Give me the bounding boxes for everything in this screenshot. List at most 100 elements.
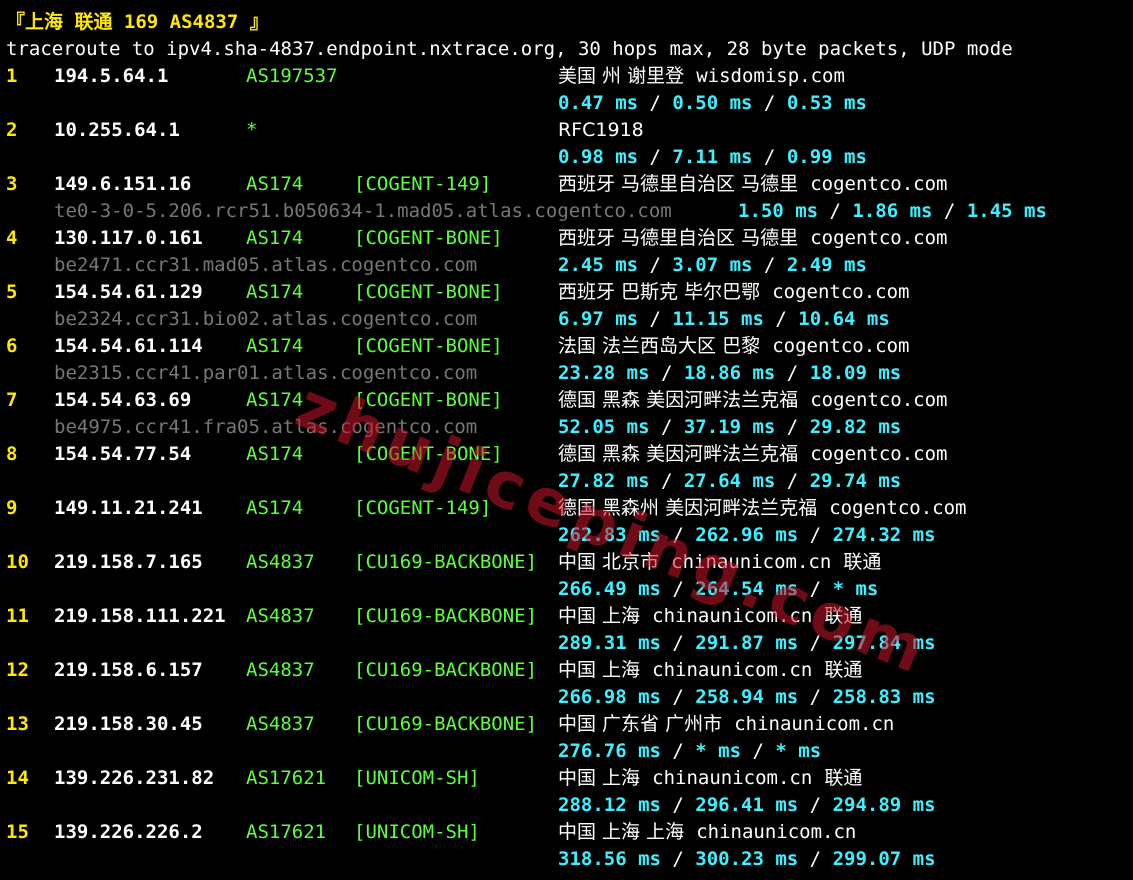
hop-location: 中国 上海 — [558, 767, 641, 789]
rtt-value: 299.07 ms — [832, 848, 936, 870]
rtt-value: 0.47 ms — [558, 92, 639, 114]
hop-isp: 联通 — [824, 605, 863, 627]
rtt-value: 276.76 ms — [558, 740, 661, 762]
rtt-separator: / — [798, 686, 833, 708]
rtt-separator: / — [818, 200, 853, 222]
hop-isp: 联通 — [824, 767, 863, 789]
rtt-value: 0.53 ms — [786, 92, 867, 114]
rtt-separator: / — [775, 416, 810, 438]
hop-asn: * — [246, 119, 258, 141]
hop-domain: chinaunicom.cn — [652, 605, 813, 627]
hop-network: [CU169-BACKBONE] — [354, 659, 538, 681]
hop-rtt: 6.97 ms / 11.15 ms / 10.64 ms — [558, 306, 890, 333]
hop-domain: chinaunicom.cn — [652, 659, 813, 681]
rtt-separator: / — [660, 740, 696, 762]
hop-asn: AS4837 — [246, 713, 315, 735]
rtt-value: 264.54 ms — [695, 578, 799, 600]
hop-row: 12 219.158.6.157 AS4837 [CU169-BACKBONE] 中国 … — [6, 657, 1131, 684]
rtt-value: 27.64 ms — [683, 470, 776, 492]
hop-ip: 154.54.77.54 — [54, 443, 192, 465]
hop-number: 15 — [6, 821, 29, 843]
hop-location: 中国 北京市 — [558, 551, 660, 573]
hop-rtt: 266.49 ms / 264.54 ms / * ms — [558, 576, 878, 603]
hop-network: [CU169-BACKBONE] — [354, 713, 538, 735]
hop-rtt: 266.98 ms / 258.94 ms / 258.83 ms — [558, 684, 936, 711]
hop-number: 8 — [6, 443, 18, 465]
rtt-separator: / — [638, 308, 673, 330]
hop-ip: 139.226.231.82 — [54, 767, 215, 789]
hop-rdns: te0-3-0-5.206.rcr51.b050634-1.mad05.atla… — [54, 200, 672, 222]
hop-rtt: 289.31 ms / 291.87 ms / 297.84 ms — [558, 630, 936, 657]
hop-detail-row: te0-3-0-5.206.rcr51.b050634-1.mad05.atla… — [6, 198, 1131, 225]
hop-asn: AS4837 — [246, 605, 315, 627]
terminal-output: 『上海 联通 169 AS4837 』 traceroute to ipv4.s… — [6, 9, 1131, 873]
hop-number: 1 — [6, 65, 18, 87]
rtt-separator: / — [798, 578, 833, 600]
rtt-value: 258.94 ms — [695, 686, 799, 708]
hop-domain: wisdomisp.com — [696, 65, 845, 87]
hop-row: 3 149.6.151.16 AS174 [COGENT-149] 西班牙 马德里自治区… — [6, 171, 1131, 198]
rtt-value: 291.87 ms — [695, 632, 799, 654]
hop-rtt: 0.98 ms / 7.11 ms / 0.99 ms — [558, 144, 867, 171]
hop-geo: 法国 法兰西岛大区 巴黎 cogentco.com — [558, 333, 909, 360]
hop-ip: 130.117.0.161 — [54, 227, 203, 249]
hop-location: 法国 法兰西岛大区 巴黎 — [558, 335, 761, 357]
hop-geo: 中国 上海 chinaunicom.cn 联通 — [558, 657, 862, 684]
rtt-value: * ms — [695, 740, 742, 762]
hop-rtt: 276.76 ms / * ms / * ms — [558, 738, 821, 765]
hop-ip: 139.226.226.2 — [54, 821, 203, 843]
rtt-value: 10.64 ms — [798, 308, 890, 330]
hop-location: 中国 上海 — [558, 605, 641, 627]
hop-location: 德国 黑森 美因河畔法兰克福 — [558, 389, 799, 411]
hop-asn: AS174 — [246, 443, 304, 465]
hop-row: 8 154.54.77.54 AS174 [COGENT-BONE] 德国 黑森 美因河… — [6, 441, 1131, 468]
rtt-value: 262.83 ms — [558, 524, 661, 546]
hop-number: 14 — [6, 767, 29, 789]
hop-detail-row: 262.83 ms / 262.96 ms / 274.32 ms — [6, 522, 1131, 549]
hop-rtt: 23.28 ms / 18.86 ms / 18.09 ms — [558, 360, 901, 387]
hop-domain: cogentco.com — [772, 281, 910, 303]
rtt-value: 1.86 ms — [852, 200, 933, 222]
rtt-value: 0.99 ms — [786, 146, 867, 168]
rtt-separator: / — [741, 740, 776, 762]
hop-isp: 联通 — [824, 659, 863, 681]
hop-number: 3 — [6, 173, 18, 195]
rtt-value: 3.07 ms — [672, 254, 753, 276]
hop-row: 4 130.117.0.161 AS174 [COGENT-BONE] 西班牙 马德里自… — [6, 225, 1131, 252]
hop-geo: 西班牙 巴斯克 毕尔巴鄂 cogentco.com — [558, 279, 909, 306]
hop-ip: 154.54.63.69 — [54, 389, 192, 411]
hop-network: [COGENT-149] — [354, 497, 492, 519]
hop-rtt: 262.83 ms / 262.96 ms / 274.32 ms — [558, 522, 936, 549]
hop-geo: 德国 黑森 美因河畔法兰克福 cogentco.com — [558, 441, 947, 468]
rtt-value: 266.98 ms — [558, 686, 661, 708]
hop-domain: cogentco.com — [810, 227, 948, 249]
rtt-value: 29.74 ms — [809, 470, 902, 492]
hop-number: 6 — [6, 335, 18, 357]
rtt-separator: / — [638, 146, 673, 168]
hop-asn: AS197537 — [246, 65, 338, 87]
rtt-value: 18.09 ms — [809, 362, 902, 384]
hop-detail-row: 318.56 ms / 300.23 ms / 299.07 ms — [6, 846, 1131, 873]
hop-domain: chinaunicom.cn — [734, 713, 895, 735]
hop-number: 10 — [6, 551, 29, 573]
rtt-value: 1.45 ms — [966, 200, 1047, 222]
rtt-separator: / — [752, 254, 787, 276]
hop-network: [CU169-BACKBONE] — [354, 605, 538, 627]
rtt-value: 23.28 ms — [558, 362, 650, 384]
rtt-separator: / — [932, 200, 967, 222]
rtt-value: 6.97 ms — [558, 308, 639, 330]
hop-domain: cogentco.com — [772, 335, 910, 357]
hop-network: [UNICOM-SH] — [354, 821, 480, 843]
hop-geo: 德国 黑森 美因河畔法兰克福 cogentco.com — [558, 387, 947, 414]
hop-geo: 西班牙 马德里自治区 马德里 cogentco.com — [558, 171, 947, 198]
rtt-separator: / — [752, 92, 787, 114]
hop-domain: chinaunicom.cn — [696, 821, 857, 843]
hop-network: [CU169-BACKBONE] — [354, 551, 538, 573]
hop-ip: 219.158.7.165 — [54, 551, 203, 573]
rtt-separator: / — [660, 578, 696, 600]
hop-location: RFC1918 — [558, 119, 644, 141]
hop-geo: 中国 广东省 广州市 chinaunicom.cn — [558, 711, 894, 738]
hop-number: 13 — [6, 713, 29, 735]
hop-rdns: be4975.ccr41.fra05.atlas.cogentco.com — [54, 416, 478, 438]
rtt-separator: / — [763, 308, 799, 330]
